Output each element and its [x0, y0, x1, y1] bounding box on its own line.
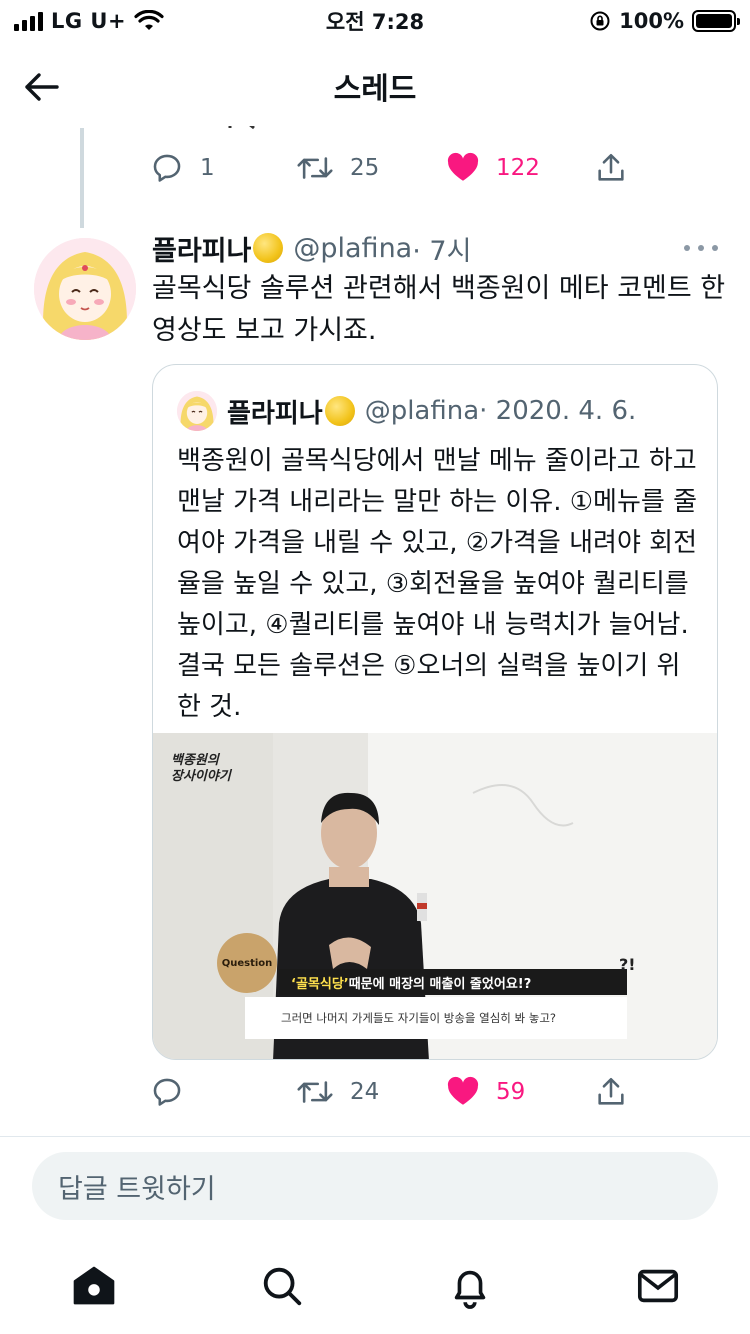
like-count: 122: [496, 155, 540, 181]
tweet-actions: 24 59: [150, 1072, 650, 1112]
tab-search[interactable]: [258, 1262, 306, 1310]
avatar[interactable]: [34, 238, 136, 340]
battery-icon: [692, 10, 740, 32]
share-button[interactable]: [594, 1072, 628, 1112]
page-title: 스레드: [333, 72, 417, 107]
tab-home[interactable]: [70, 1262, 118, 1310]
battery-percent: 100%: [619, 9, 684, 33]
divider: [0, 1136, 750, 1137]
previous-tweet-actions: 1 25 122: [150, 148, 650, 188]
quoted-tweet[interactable]: 플라피나 @plafina · 2020. 4. 6. 백종원이 골목식당에서 …: [152, 364, 718, 1060]
video-caption-marks: ?!: [619, 955, 636, 974]
user-handle[interactable]: @plafina: [293, 233, 412, 264]
quoted-video-thumbnail[interactable]: 백종원의 장사이야기 Question ‘골목식당’ 때문에 매장의 매출이 줄…: [153, 733, 717, 1059]
reply-placeholder: 답글 트윗하기: [58, 1173, 216, 1205]
share-icon: [598, 153, 624, 181]
share-button[interactable]: [594, 148, 628, 188]
tab-notifications[interactable]: [446, 1262, 494, 1310]
reply-button[interactable]: 1: [150, 148, 215, 188]
thread-connector: [80, 128, 84, 228]
quoted-display-name: 플라피나: [227, 398, 323, 429]
moon-emoji-icon: [253, 233, 284, 263]
bell-icon: [454, 1270, 486, 1309]
tweet-text: 골목식당 솔루션 관련해서 백종원이 메타 코멘트 한 영상도 보고 가시죠.: [152, 273, 726, 346]
reply-count: 1: [200, 155, 215, 181]
retweet-button[interactable]: 25: [296, 148, 379, 188]
quoted-handle: @plafina: [364, 396, 480, 426]
more-options-button[interactable]: [684, 236, 718, 260]
video-subcaption: 그러면 나머지 가게들도 자기들이 방송을 열심히 봐 놓고?: [245, 997, 627, 1039]
tab-messages[interactable]: [634, 1262, 682, 1310]
status-right: 100%: [589, 6, 740, 36]
retweet-count: 24: [350, 1079, 380, 1105]
retweet-icon: [297, 1081, 333, 1103]
reply-icon: [153, 154, 181, 182]
heart-icon: [447, 1076, 479, 1105]
video-brand-logo: 백종원의 장사이야기: [171, 753, 231, 784]
avatar-image: [34, 238, 136, 340]
like-count: 59: [496, 1079, 526, 1105]
quoted-tweet-header: 플라피나 @plafina · 2020. 4. 6.: [177, 391, 636, 431]
reply-input[interactable]: 답글 트윗하기: [32, 1152, 718, 1220]
quoted-avatar: [177, 391, 217, 431]
rotation-lock-icon: [590, 11, 610, 31]
question-badge: Question: [217, 933, 277, 993]
mail-icon: [637, 1269, 679, 1303]
tweet-header: 플라피나 @plafina · 7시: [152, 228, 471, 268]
tab-bar: [0, 1240, 750, 1334]
quoted-date: · 2020. 4. 6.: [479, 396, 637, 426]
reply-icon: [153, 1078, 181, 1106]
retweet-button[interactable]: 24: [296, 1072, 379, 1112]
display-name[interactable]: 플라피나: [152, 229, 251, 268]
moon-emoji-icon: [324, 396, 355, 426]
retweet-count: 25: [350, 155, 380, 181]
top-bar: 스레드: [0, 46, 750, 126]
like-button[interactable]: 122: [446, 148, 540, 188]
share-icon: [598, 1077, 624, 1105]
tweet-time[interactable]: · 7시: [412, 229, 471, 268]
like-button[interactable]: 59: [446, 1072, 525, 1112]
heart-icon: [447, 152, 479, 181]
retweet-icon: [297, 157, 333, 179]
more-icon: [684, 245, 690, 251]
video-caption: ‘골목식당’ 때문에 매장의 매출이 줄었어요!?: [279, 969, 627, 995]
status-bar: LG U+ 오전 7:28 100%: [0, 0, 750, 40]
search-icon: [263, 1267, 302, 1306]
home-icon: [73, 1266, 115, 1305]
quoted-tweet-text: 백종원이 골목식당에서 맨날 메뉴 줄이라고 하고 맨날 가격 내리라는 말만 …: [177, 446, 697, 722]
reply-button[interactable]: [150, 1072, 200, 1112]
